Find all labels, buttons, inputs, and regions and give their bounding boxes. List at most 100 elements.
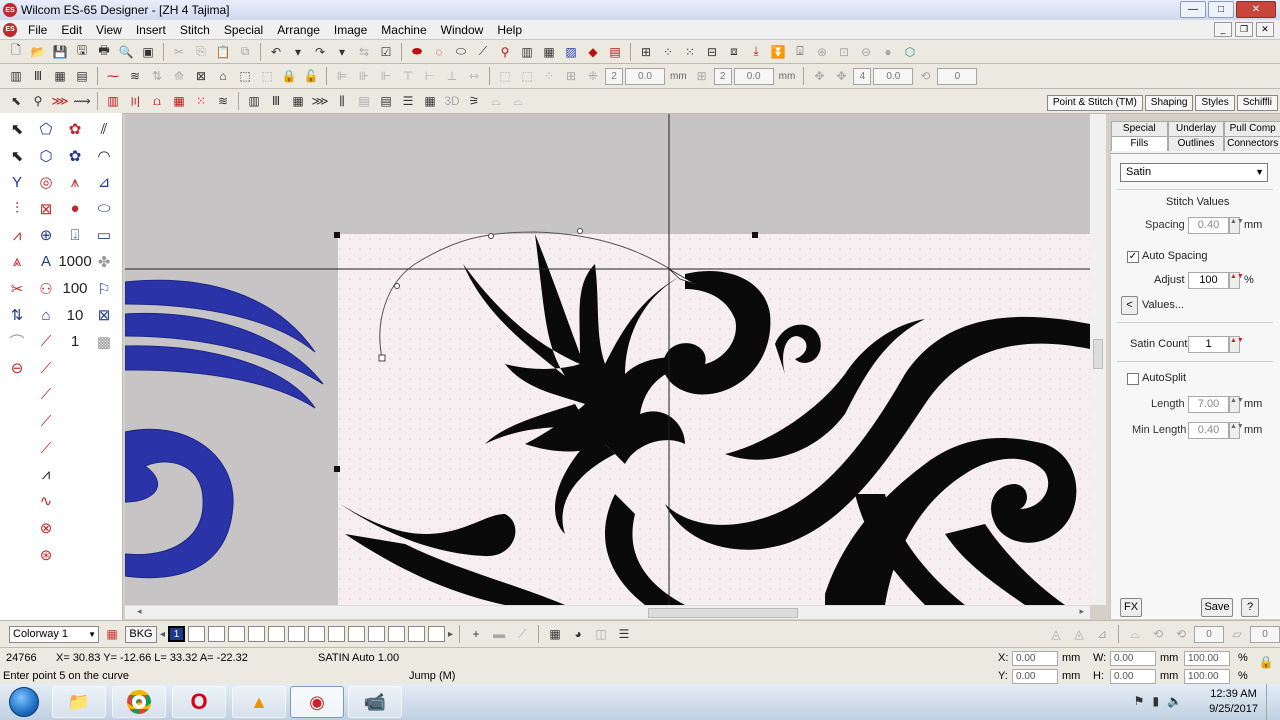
menu-edit[interactable]: Edit [54,23,89,37]
fx-button[interactable]: FX [1120,598,1142,617]
rotate-cw-icon[interactable]: ⟲ [1148,625,1168,644]
tatami-icon[interactable]: 〣 [125,92,145,111]
menu-image[interactable]: Image [327,23,374,37]
refresh-icon[interactable]: ⬡ [900,42,920,61]
print-preview-icon[interactable]: 🔍 [116,42,136,61]
skew-angle-input[interactable]: 0 [1250,625,1280,643]
select-arrow-icon[interactable]: ⬉ [6,92,26,111]
color-prev-icon[interactable]: ◂ [160,629,165,640]
values-arrow-button[interactable]: < [1121,296,1138,315]
color-swatch-1[interactable]: 1 [168,626,186,642]
curve-stitch-icon[interactable]: ∿ [33,489,59,513]
overview-icon[interactable]: ⧈ [724,42,744,61]
design-properties-icon[interactable]: ⊞ [636,42,656,61]
apply-icon[interactable]: ⇆ [354,42,374,61]
save-icon[interactable]: 💾 [50,42,70,61]
satin-count-spinner[interactable]: ▲▼ [1229,336,1244,353]
move-icon[interactable]: ✥ [809,67,829,86]
sequin-icon[interactable]: ⊛ [33,543,59,567]
run-line-5-icon[interactable]: ⟋ [33,436,59,460]
mirror-icon[interactable]: ⊞ [561,67,581,86]
knife-icon[interactable]: ⊠ [33,197,59,221]
rotate-45-icon[interactable]: ⟲ [1171,625,1191,644]
tab-special[interactable]: Special [1111,121,1168,136]
array-count-2[interactable]: 2 [713,67,732,85]
puzzle-icon[interactable]: ✤ [91,250,117,274]
stipple-icon[interactable]: ⚞ [464,92,484,111]
wilcom-taskbar-icon[interactable]: ◉ [290,686,344,718]
list-icon[interactable]: ☰ [614,625,634,644]
lock-icon[interactable]: 🔒 [279,67,299,86]
menu-insert[interactable]: Insert [129,23,173,37]
align-center-icon[interactable]: ⊪ [354,67,374,86]
hoop-frame-icon[interactable]: ⊠ [191,67,211,86]
align-right-icon[interactable]: ⊩ [376,67,396,86]
check-icon[interactable]: ☑ [376,42,396,61]
color-swatch[interactable] [328,626,346,642]
rotate-value[interactable]: 0 [937,67,978,85]
values-button[interactable]: Values... [1142,299,1184,311]
autosplit-checkbox[interactable] [1127,373,1139,385]
align-bottom-icon[interactable]: ⊥ [442,67,462,86]
tab-outlines[interactable]: Outlines [1167,136,1225,151]
tab-shaping[interactable]: Shaping [1144,95,1194,111]
monogram-icon[interactable]: 1000 [58,250,91,274]
menu-machine[interactable]: Machine [374,23,433,37]
show-outlines-icon[interactable]: ◌ [429,42,449,61]
document-icon[interactable]: ES [3,22,17,37]
column-a-icon[interactable]: ⋙ [50,92,70,111]
zoom-in-icon[interactable]: ⊕ [812,42,832,61]
people-icon[interactable]: ⚇ [33,277,59,301]
help-button[interactable]: ? [1241,598,1259,617]
color-swatch[interactable] [288,626,306,642]
polygon-select-icon[interactable]: ⬉ [4,144,30,168]
arc-icon[interactable]: ◠ [91,144,117,168]
vlc-taskbar-icon[interactable]: ▲ [232,686,286,718]
copies-count[interactable]: 4 [853,67,872,85]
vertical-scrollbar[interactable] [1090,114,1106,605]
run-line-icon[interactable]: ⟋ [33,330,59,354]
flower-2-icon[interactable]: ✿ [62,144,88,168]
program-split-icon[interactable]: ▦ [169,92,189,111]
menu-stitch[interactable]: Stitch [173,23,217,37]
horizontal-scrollbar[interactable]: ◂ ▸ [125,605,1090,619]
stitch-player-icon[interactable]: ⤓ [746,42,766,61]
satin-icon[interactable]: ▥ [103,92,123,111]
zoom-fit-icon[interactable]: ● [878,42,898,61]
flag-icon[interactable]: ⚑ [1134,694,1145,708]
save-button[interactable]: Save [1201,598,1233,617]
hoop-tool-icon[interactable]: ⊖ [4,356,30,380]
split-icon[interactable]: ⬚ [235,67,255,86]
measure-icon[interactable]: ⍗ [790,42,810,61]
outline-e-icon[interactable]: ⫼ [332,92,352,111]
3d-label[interactable]: 3D [442,92,462,111]
complex-fill-icon[interactable]: ▦ [50,67,70,86]
satin-count-input[interactable]: 1 [1188,336,1229,353]
repeat-icon[interactable]: ⟰ [169,67,189,86]
cut-icon[interactable]: ✂ [169,42,189,61]
zigzag-icon[interactable]: ⩚ [62,170,88,194]
save-as-icon[interactable]: 🖫 [72,42,92,61]
run-line-2-icon[interactable]: ⟋ [33,356,59,380]
volume-icon[interactable]: 🔈 [1167,694,1182,708]
needle-icon[interactable]: ⍗ [62,223,88,247]
image-tool-icon[interactable]: ⊠ [91,303,117,327]
color-wheel-icon[interactable]: ◕ [568,625,588,644]
tru-view-icon[interactable]: ◆ [583,42,603,61]
sculpture-2-icon[interactable]: ⌓ [508,92,528,111]
tab-schiffli[interactable]: Schiffli [1236,95,1278,111]
explorer-taskbar-icon[interactable]: 📁 [52,686,106,718]
design-artwork[interactable] [125,114,1090,605]
unused-color-icon[interactable]: ⟋ [512,625,532,644]
new-icon[interactable]: 🗋 [6,42,26,61]
menu-file[interactable]: File [21,23,54,37]
taskbar-clock[interactable]: 12:39 AM 9/25/2017 [1209,687,1258,717]
align-middle-icon[interactable]: ⊢ [420,67,440,86]
array-spacing-1[interactable]: 0.0 [625,67,665,85]
width-input[interactable]: 0.00 [1110,651,1156,666]
width-percent-input[interactable]: 100.00 [1184,651,1230,666]
menu-help[interactable]: Help [490,23,529,37]
duplicate-icon[interactable]: ⧉ [235,42,255,61]
color-swatch[interactable] [368,626,386,642]
height-input[interactable]: 0.00 [1110,669,1156,684]
